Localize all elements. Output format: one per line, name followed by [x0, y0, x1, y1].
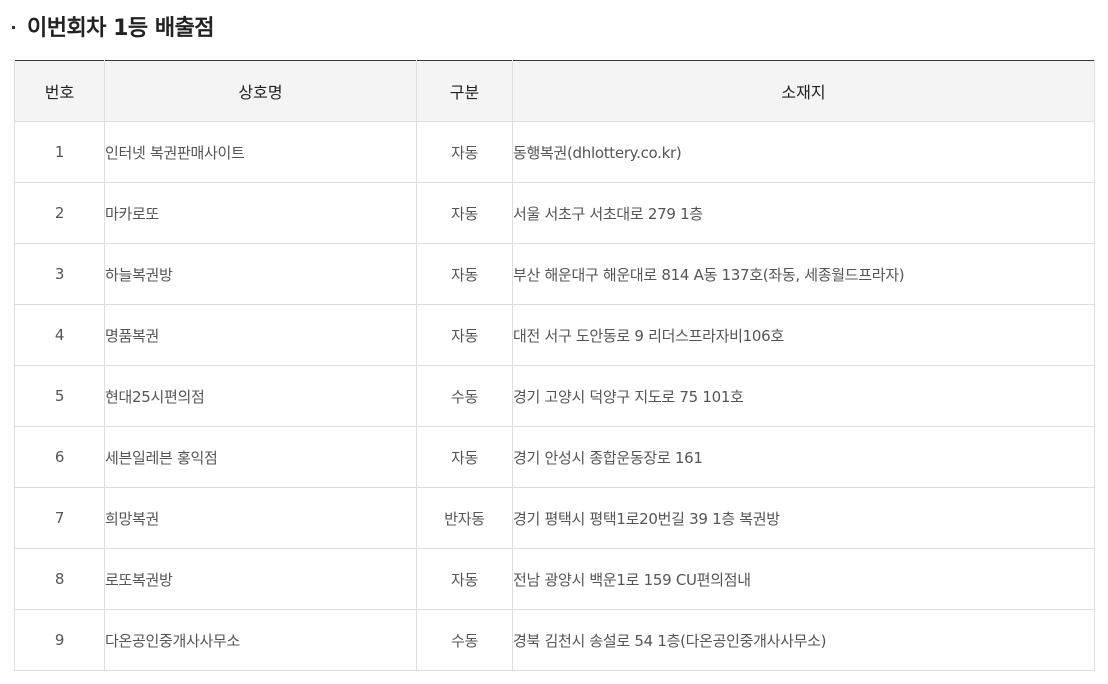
- table-row: 2 마카로또 자동 서울 서초구 서초대로 279 1층: [14, 182, 1095, 244]
- store-address: 부산 해운대구 해운대로 814 A동 137호(좌동, 세종월드프라자): [512, 243, 1095, 305]
- row-number: 3: [14, 243, 105, 305]
- store-address: 동행복권(dhlottery.co.kr): [512, 121, 1095, 183]
- header-name: 상호명: [104, 60, 417, 122]
- purchase-type: 수동: [416, 609, 513, 671]
- table-row: 3 하늘복권방 자동 부산 해운대구 해운대로 814 A동 137호(좌동, 세종월…: [14, 243, 1095, 305]
- header-type: 구분: [416, 60, 513, 122]
- store-name: 마카로또: [104, 182, 417, 244]
- store-address: 경기 고양시 덕양구 지도로 75 101호: [512, 365, 1095, 427]
- table-header-row: 번호 상호명 구분 소재지: [14, 60, 1095, 122]
- purchase-type: 자동: [416, 548, 513, 610]
- purchase-type: 자동: [416, 243, 513, 305]
- purchase-type: 자동: [416, 182, 513, 244]
- purchase-type: 자동: [416, 121, 513, 183]
- store-name: 희망복권: [104, 487, 417, 549]
- table-body: 1 인터넷 복권판매사이트 자동 동행복권(dhlottery.co.kr) 2 마카로또…: [14, 121, 1095, 671]
- row-number: 2: [14, 182, 105, 244]
- store-address: 경기 안성시 종합운동장로 161: [512, 426, 1095, 488]
- purchase-type: 수동: [416, 365, 513, 427]
- table-row: 5 현대25시편의점 수동 경기 고양시 덕양구 지도로 75 101호: [14, 365, 1095, 427]
- table-row: 9 다온공인중개사사무소 수동 경북 김천시 송설로 54 1층(다온공인중개사사무소…: [14, 609, 1095, 671]
- row-number: 8: [14, 548, 105, 610]
- purchase-type: 반자동: [416, 487, 513, 549]
- store-name: 현대25시편의점: [104, 365, 417, 427]
- purchase-type: 자동: [416, 426, 513, 488]
- table-row: 7 희망복권 반자동 경기 평택시 평택1로20번길 39 1층 복권방: [14, 487, 1095, 549]
- store-address: 전남 광양시 백운1로 159 CU편의점내: [512, 548, 1095, 610]
- row-number: 9: [14, 609, 105, 671]
- row-number: 4: [14, 304, 105, 366]
- store-address: 경북 김천시 송설로 54 1층(다온공인중개사사무소): [512, 609, 1095, 671]
- store-name: 다온공인중개사사무소: [104, 609, 417, 671]
- store-name: 인터넷 복권판매사이트: [104, 121, 417, 183]
- row-number: 1: [14, 121, 105, 183]
- table-row: 4 명품복권 자동 대전 서구 도안동로 9 리더스프라자비106호: [14, 304, 1095, 366]
- store-address: 대전 서구 도안동로 9 리더스프라자비106호: [512, 304, 1095, 366]
- row-number: 6: [14, 426, 105, 488]
- table-row: 8 로또복권방 자동 전남 광양시 백운1로 159 CU편의점내: [14, 548, 1095, 610]
- section-title-text: 이번회차 1등 배출점: [27, 16, 215, 41]
- header-address: 소재지: [512, 60, 1095, 122]
- store-name: 명품복권: [104, 304, 417, 366]
- table-row: 1 인터넷 복권판매사이트 자동 동행복권(dhlottery.co.kr): [14, 121, 1095, 183]
- bullet-icon: [12, 25, 15, 29]
- winning-stores-table: 번호 상호명 구분 소재지 1 인터넷 복권판매사이트 자동 동행복권(dhlotte…: [14, 60, 1095, 671]
- store-name: 로또복권방: [104, 548, 417, 610]
- row-number: 5: [14, 365, 105, 427]
- section-title: 이번회차 1등 배출점: [12, 6, 215, 46]
- header-no: 번호: [14, 60, 105, 122]
- purchase-type: 자동: [416, 304, 513, 366]
- row-number: 7: [14, 487, 105, 549]
- store-address: 경기 평택시 평택1로20번길 39 1층 복권방: [512, 487, 1095, 549]
- store-name: 하늘복권방: [104, 243, 417, 305]
- store-address: 서울 서초구 서초대로 279 1층: [512, 182, 1095, 244]
- table-row: 6 세븐일레븐 홍익점 자동 경기 안성시 종합운동장로 161: [14, 426, 1095, 488]
- store-name: 세븐일레븐 홍익점: [104, 426, 417, 488]
